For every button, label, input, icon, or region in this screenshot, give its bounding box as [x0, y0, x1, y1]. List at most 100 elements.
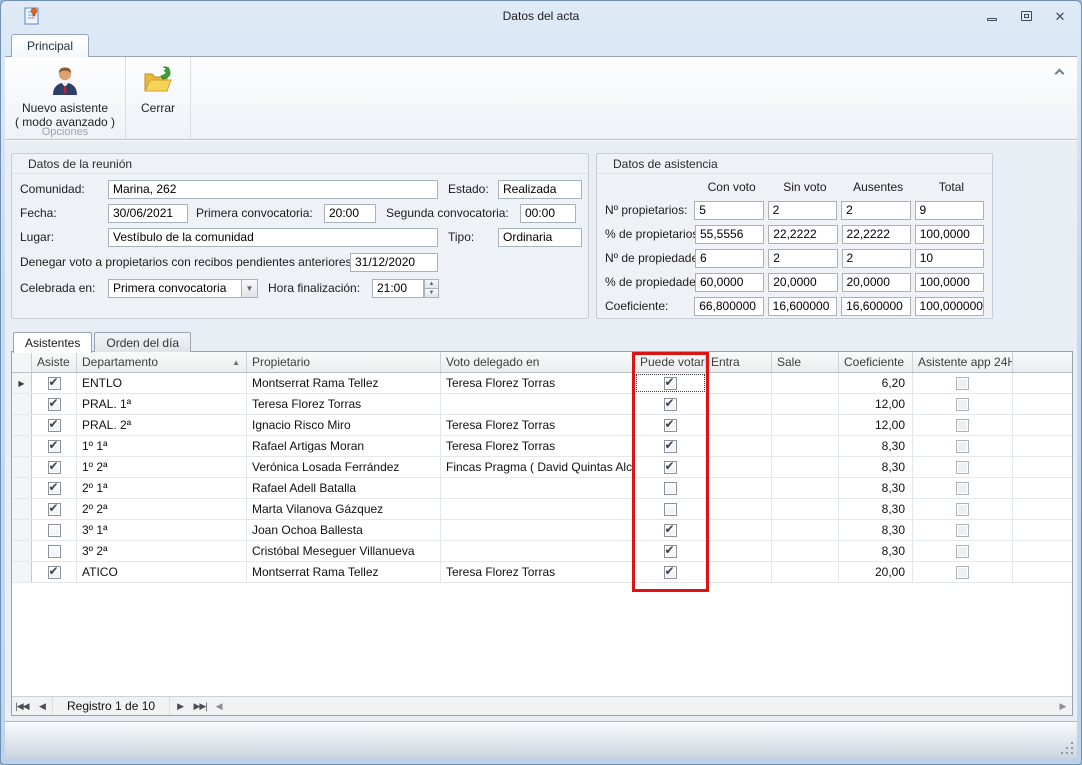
app24h-checkbox[interactable]: [956, 482, 969, 495]
cell-puede_votar[interactable]: [635, 541, 706, 561]
cell-propietario[interactable]: Marta Vilanova Gázquez: [247, 499, 441, 519]
app24h-checkbox[interactable]: [956, 524, 969, 537]
table-row[interactable]: 1º 2ªVerónica Losada FerrándezFincas Pra…: [12, 457, 1072, 478]
puede_votar-checkbox[interactable]: [664, 545, 677, 558]
asistencia-value-field[interactable]: 22,2222: [842, 225, 911, 244]
column-header-propietario[interactable]: Propietario: [247, 352, 441, 372]
cell-asiste[interactable]: [32, 562, 77, 582]
cell-propietario[interactable]: Rafael Adell Batalla: [247, 478, 441, 498]
cell-puede_votar[interactable]: [635, 373, 706, 393]
cell-departamento[interactable]: ATICO: [77, 562, 247, 582]
cell-coeficiente[interactable]: 20,00: [839, 562, 913, 582]
cell-sale[interactable]: [772, 541, 839, 561]
scroll-left-icon[interactable]: ◀: [210, 701, 228, 712]
cell-app24h[interactable]: [913, 478, 1013, 498]
cell-sale[interactable]: [772, 394, 839, 414]
comunidad-field[interactable]: Marina, 262: [108, 180, 438, 199]
table-row[interactable]: 3º 2ªCristóbal Meseguer Villanueva 8,30: [12, 541, 1072, 562]
cell-asiste[interactable]: [32, 478, 77, 498]
table-row[interactable]: 1º 1ªRafael Artigas MoranTeresa Florez T…: [12, 436, 1072, 457]
cell-departamento[interactable]: PRAL. 1ª: [77, 394, 247, 414]
asiste-checkbox[interactable]: [48, 566, 61, 579]
cell-sale[interactable]: [772, 457, 839, 477]
cell-puede_votar[interactable]: [635, 436, 706, 456]
spinner-up-icon[interactable]: ▲: [424, 279, 439, 288]
puede_votar-checkbox[interactable]: [664, 398, 677, 411]
app24h-checkbox[interactable]: [956, 377, 969, 390]
app24h-checkbox[interactable]: [956, 440, 969, 453]
cell-coeficiente[interactable]: 8,30: [839, 436, 913, 456]
tab-principal[interactable]: Principal: [11, 34, 89, 57]
cell-propietario[interactable]: Verónica Losada Ferrández: [247, 457, 441, 477]
puede_votar-checkbox[interactable]: [664, 503, 677, 516]
tipo-field[interactable]: Ordinaria: [498, 228, 582, 247]
cell-voto_delegado[interactable]: [441, 478, 635, 498]
cell-departamento[interactable]: 2º 1ª: [77, 478, 247, 498]
estado-field[interactable]: Realizada: [498, 180, 582, 199]
app24h-checkbox[interactable]: [956, 398, 969, 411]
asistencia-value-field[interactable]: 10: [915, 249, 984, 268]
cell-sale[interactable]: [772, 499, 839, 519]
cell-entra[interactable]: [706, 436, 772, 456]
cell-sale[interactable]: [772, 436, 839, 456]
asistencia-value-field[interactable]: 9: [915, 201, 984, 220]
column-header-puede_votar[interactable]: Puede votar: [635, 352, 706, 372]
resize-grip-icon[interactable]: [1061, 742, 1073, 754]
asiste-checkbox[interactable]: [48, 419, 61, 432]
cell-puede_votar[interactable]: [635, 520, 706, 540]
asistencia-value-field[interactable]: 5: [694, 201, 763, 220]
cell-sale[interactable]: [772, 520, 839, 540]
cell-app24h[interactable]: [913, 499, 1013, 519]
cell-departamento[interactable]: ENTLO: [77, 373, 247, 393]
cell-propietario[interactable]: Cristóbal Meseguer Villanueva: [247, 541, 441, 561]
cell-puede_votar[interactable]: [635, 415, 706, 435]
cell-voto_delegado[interactable]: Teresa Florez Torras: [441, 562, 635, 582]
asiste-checkbox[interactable]: [48, 440, 61, 453]
scrollbar-track[interactable]: [228, 697, 1054, 715]
asistencia-value-field[interactable]: 60,0000: [695, 273, 764, 292]
cell-departamento[interactable]: 3º 2ª: [77, 541, 247, 561]
close-form-button[interactable]: Cerrar: [132, 60, 184, 125]
cell-coeficiente[interactable]: 8,30: [839, 520, 913, 540]
asiste-checkbox[interactable]: [48, 482, 61, 495]
cell-entra[interactable]: [706, 541, 772, 561]
column-header-sale[interactable]: Sale: [772, 352, 839, 372]
cell-propietario[interactable]: Montserrat Rama Tellez: [247, 562, 441, 582]
cell-entra[interactable]: [706, 373, 772, 393]
cell-app24h[interactable]: [913, 457, 1013, 477]
nav-first-record-icon[interactable]: |◀◀: [12, 697, 32, 715]
horizontal-scrollbar[interactable]: ◀ ▶: [210, 697, 1072, 715]
cell-coeficiente[interactable]: 8,30: [839, 541, 913, 561]
tab-asistentes[interactable]: Asistentes: [13, 332, 92, 353]
close-icon[interactable]: ✕: [1053, 9, 1067, 23]
puede_votar-checkbox[interactable]: [664, 419, 677, 432]
segunda-convocatoria-field[interactable]: 00:00: [520, 204, 576, 223]
cell-sale[interactable]: [772, 373, 839, 393]
puede_votar-checkbox[interactable]: [664, 524, 677, 537]
puede_votar-checkbox[interactable]: [664, 482, 677, 495]
cell-asiste[interactable]: [32, 394, 77, 414]
column-header-asiste[interactable]: Asiste: [32, 352, 77, 372]
cell-voto_delegado[interactable]: Teresa Florez Torras: [441, 415, 635, 435]
cell-asiste[interactable]: [32, 436, 77, 456]
asistencia-value-field[interactable]: 6: [695, 249, 764, 268]
cell-app24h[interactable]: [913, 520, 1013, 540]
asiste-checkbox[interactable]: [48, 398, 61, 411]
cell-coeficiente[interactable]: 8,30: [839, 478, 913, 498]
asistencia-value-field[interactable]: 16,600000: [841, 297, 910, 316]
maximize-icon[interactable]: [1019, 9, 1033, 23]
table-row[interactable]: 2º 2ªMarta Vilanova Gázquez8,30: [12, 499, 1072, 520]
chevron-down-icon[interactable]: ▼: [241, 280, 257, 297]
cell-entra[interactable]: [706, 478, 772, 498]
cell-coeficiente[interactable]: 8,30: [839, 457, 913, 477]
cell-coeficiente[interactable]: 12,00: [839, 415, 913, 435]
cell-app24h[interactable]: [913, 436, 1013, 456]
asistencia-value-field[interactable]: 2: [768, 201, 837, 220]
cell-voto_delegado[interactable]: [441, 520, 635, 540]
cell-puede_votar[interactable]: [635, 457, 706, 477]
nav-next-record-icon[interactable]: ▶: [170, 697, 190, 715]
nav-last-record-icon[interactable]: ▶▶|: [190, 697, 210, 715]
asiste-checkbox[interactable]: [48, 545, 61, 558]
cell-voto_delegado[interactable]: Teresa Florez Torras: [441, 373, 635, 393]
cell-entra[interactable]: [706, 520, 772, 540]
